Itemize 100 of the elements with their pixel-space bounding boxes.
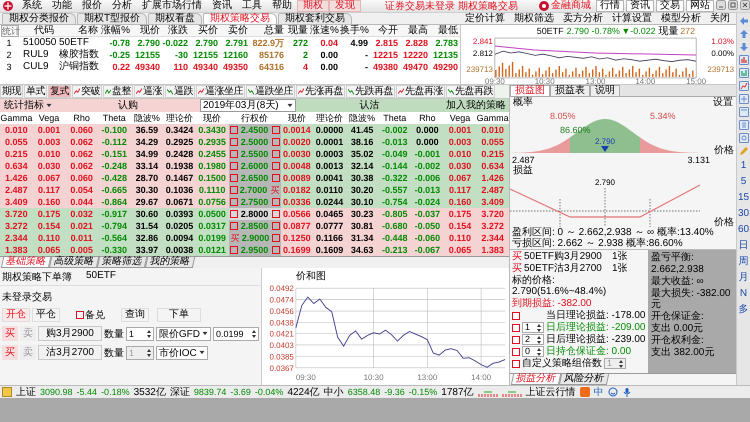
contract-button[interactable]: 沽3月2700 (38, 345, 102, 360)
checkbox[interactable] (272, 162, 280, 170)
checkbox[interactable] (272, 150, 280, 158)
menu-item[interactable]: 功能 (47, 0, 77, 12)
toolbar-link[interactable]: 卖方分析 (563, 13, 603, 24)
mode-button[interactable]: 开仓 (2, 308, 30, 322)
period-button[interactable]: 周 (738, 255, 748, 268)
tab[interactable]: 期权看盘 (148, 13, 202, 24)
toolbar-link[interactable]: 模型分析 (661, 13, 701, 24)
tab[interactable]: 说明 (590, 85, 620, 96)
order-type-dropdown[interactable]: 限价GFD (156, 326, 211, 340)
checkbox[interactable] (230, 174, 238, 182)
checkbox[interactable] (230, 246, 238, 254)
order-type-dropdown[interactable]: 市价IOC (156, 346, 208, 360)
side-toggle[interactable]: 买 (2, 345, 18, 360)
period-button[interactable]: 15 (738, 191, 750, 204)
checkbox[interactable] (512, 348, 520, 356)
tab[interactable]: 期权T型报价 (77, 13, 148, 24)
days-field[interactable]: 2 (522, 334, 544, 345)
expiry-dropdown[interactable]: 2019年03月(8天) (200, 99, 296, 112)
period-button[interactable]: 多 (738, 303, 748, 316)
mode-tab[interactable]: 单式 (24, 85, 47, 98)
tab[interactable]: 期权分类报价 (2, 13, 76, 24)
tab[interactable]: 损益表 (550, 85, 590, 96)
input-mode-toggle[interactable]: 中 (594, 385, 604, 399)
query-button[interactable]: 查询 (121, 308, 149, 322)
checkbox[interactable] (272, 174, 280, 182)
checkbox[interactable] (230, 210, 238, 218)
tab[interactable]: 期权策略交易 (203, 13, 278, 24)
checkbox[interactable] (272, 138, 280, 146)
period-button[interactable]: N (740, 287, 748, 300)
menu-item[interactable]: 资讯 (207, 0, 237, 12)
days-field[interactable]: 0 (522, 346, 544, 357)
checkbox[interactable] (272, 222, 280, 230)
tab[interactable]: 基础策略 (0, 257, 52, 268)
contract-button[interactable]: 购3月2900 (38, 326, 102, 341)
submit-button[interactable]: 下单 (157, 308, 201, 322)
tab[interactable]: 期权套利交易 (278, 13, 352, 24)
period-button[interactable]: 30 (738, 207, 750, 220)
checkbox[interactable] (512, 324, 520, 332)
toolbar-link[interactable]: 计算设置 (612, 13, 652, 24)
period-button[interactable]: 5 (740, 175, 746, 188)
side-toggle[interactable]: 买 (2, 326, 18, 341)
strategy-button[interactable]: 逼涨 (134, 85, 164, 98)
checkbox[interactable] (230, 126, 238, 134)
checkbox[interactable] (76, 311, 84, 319)
period-button[interactable]: 日 (738, 239, 748, 252)
header-button[interactable]: 资讯 (626, 0, 654, 12)
checkbox[interactable] (512, 312, 520, 320)
toolbar-link[interactable]: 定价计算 (465, 13, 505, 24)
mode-tab[interactable]: 复式 (48, 85, 71, 98)
period-button[interactable]: 1 (740, 159, 746, 172)
strategy-button[interactable]: 先盘再跌 (446, 85, 495, 98)
quantity-field[interactable]: 1 (126, 326, 154, 340)
checkbox[interactable] (230, 150, 238, 158)
checkbox[interactable] (512, 336, 520, 344)
checkbox[interactable] (272, 126, 280, 134)
menu-item[interactable]: 发现 (329, 0, 361, 12)
menu-item[interactable]: 工具 (237, 0, 267, 12)
strategy-button[interactable]: 先跌再盘 (346, 85, 395, 98)
strategy-button[interactable]: 先盘再涨 (396, 85, 445, 98)
strategy-button[interactable]: 逼涨坐庄 (196, 85, 245, 98)
checkbox[interactable] (272, 246, 280, 254)
checkbox[interactable] (230, 198, 238, 206)
mode-tab[interactable]: 期现 (0, 85, 23, 98)
days-field[interactable]: 1 (522, 322, 544, 333)
period-button[interactable]: 月 (738, 271, 748, 284)
checkbox[interactable] (230, 222, 238, 230)
column-header[interactable]: 统计 (1, 25, 19, 37)
menu-item[interactable]: 帮助 (267, 0, 297, 12)
tab[interactable]: 高级策略 (48, 257, 100, 268)
checkbox[interactable] (272, 198, 280, 206)
tab[interactable]: 损益分析 (510, 374, 562, 385)
strategy-button[interactable]: 突破 (72, 85, 102, 98)
menu-item[interactable]: 分析 (107, 0, 137, 12)
tab[interactable]: 我的策略 (144, 257, 196, 268)
checkbox[interactable] (230, 162, 238, 170)
tab[interactable]: 风险分析 (558, 374, 610, 385)
checkbox[interactable] (272, 234, 280, 242)
strategy-button[interactable]: 逼跌 (165, 85, 195, 98)
strategy-button[interactable]: 逼跌坐庄 (246, 85, 295, 98)
menu-item[interactable]: 期权 (297, 0, 329, 12)
add-strategy-button[interactable]: 加入我的策略 (443, 100, 509, 110)
toolbar-link[interactable]: 期权筛选 (514, 13, 554, 24)
tab[interactable]: 损益图 (510, 85, 550, 96)
settings-link[interactable]: 设置 (713, 97, 733, 109)
period-button[interactable]: 60 (738, 223, 750, 236)
toolbar-link[interactable]: 关闭 (710, 13, 730, 24)
cloud-quotes-link[interactable]: 上证云行情 (526, 385, 576, 399)
tab[interactable]: 策略筛选 (96, 257, 148, 268)
menu-item[interactable]: 报价 (77, 0, 107, 12)
strategy-button[interactable]: 盘整 (103, 85, 133, 98)
checkbox[interactable] (272, 210, 280, 218)
checkbox[interactable] (230, 186, 238, 194)
indicator-dropdown[interactable]: 统计指标 (0, 100, 56, 110)
checkbox[interactable] (512, 360, 520, 368)
strategy-button[interactable]: 先涨再盘 (296, 85, 345, 98)
header-button[interactable]: 行情 (596, 0, 624, 12)
mode-button[interactable]: 平仓 (32, 308, 60, 322)
price-field[interactable]: 0.0199 (212, 326, 259, 340)
